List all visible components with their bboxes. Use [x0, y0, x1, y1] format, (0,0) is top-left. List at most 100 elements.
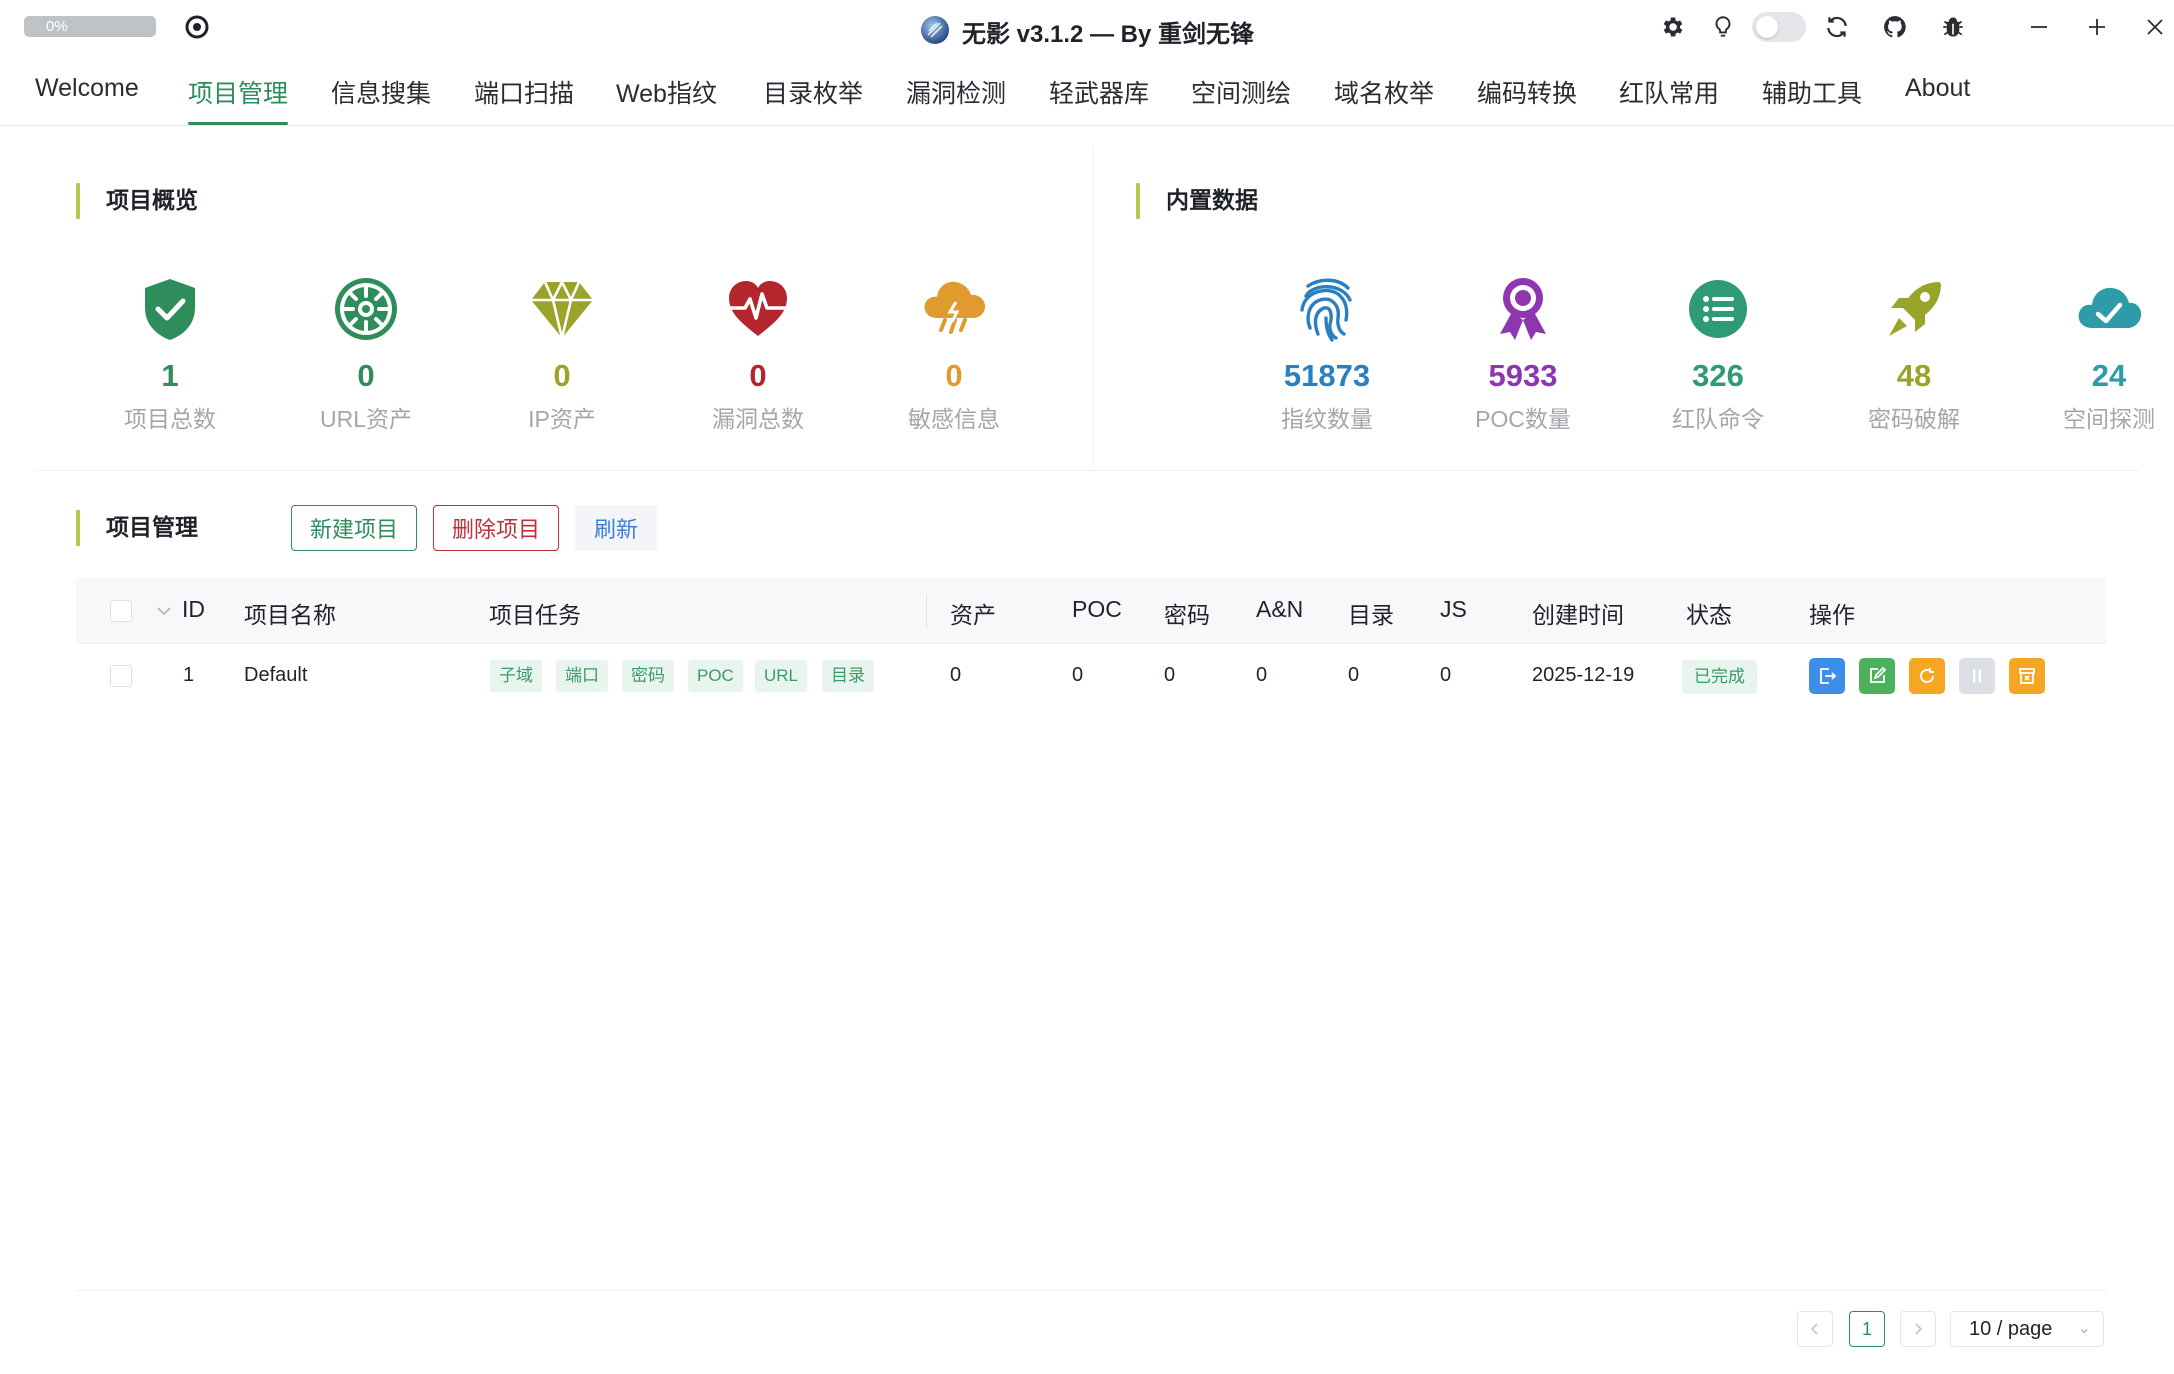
- tab-domain-enum[interactable]: 域名枚举: [1334, 74, 1434, 114]
- stat-label: 红队命令: [1672, 406, 1764, 432]
- stat-value: 48: [1896, 358, 1932, 393]
- settings-gear-icon[interactable]: [1657, 12, 1687, 42]
- github-icon[interactable]: [1880, 12, 1910, 42]
- refresh-button[interactable]: 刷新: [575, 505, 657, 551]
- cell-directory: 0: [1348, 664, 1360, 686]
- stat-label: 漏洞总数: [712, 406, 804, 432]
- tab-encode-convert[interactable]: 编码转换: [1477, 74, 1577, 114]
- stat-label: POC数量: [1475, 406, 1571, 432]
- delete-row-button[interactable]: [2009, 658, 2045, 694]
- award-ribbon-icon: [1500, 278, 1546, 340]
- bug-icon[interactable]: [1938, 12, 1968, 42]
- stat-label: 项目总数: [124, 406, 216, 432]
- tab-info-gathering[interactable]: 信息搜集: [331, 74, 431, 114]
- tab-aux-tools[interactable]: 辅助工具: [1762, 74, 1862, 114]
- cell-id: 1: [183, 664, 195, 686]
- toggle-knob: [1756, 16, 1778, 38]
- edit-icon: [1870, 666, 1887, 683]
- archive-delete-icon: [2019, 668, 2035, 684]
- tab-vuln-detect[interactable]: 漏洞检测: [906, 74, 1006, 114]
- stat-label: 空间探测: [2063, 406, 2155, 432]
- prev-page-button[interactable]: [1797, 1311, 1833, 1347]
- stat-value: 24: [2091, 358, 2127, 393]
- col-created-time: 创建时间: [1532, 602, 1624, 628]
- tab-port-scan[interactable]: 端口扫描: [474, 74, 574, 114]
- select-all-checkbox[interactable]: [110, 600, 132, 622]
- stat-value: 0: [553, 358, 571, 393]
- stat-label: IP资产: [528, 406, 596, 432]
- table-footer-divider: [76, 1290, 2106, 1291]
- tab-redteam-common[interactable]: 红队常用: [1619, 74, 1719, 114]
- col-poc: POC: [1072, 596, 1122, 622]
- tab-welcome[interactable]: Welcome: [35, 74, 139, 114]
- cell-project-name: Default: [244, 664, 308, 686]
- col-password: 密码: [1164, 602, 1210, 628]
- col-assets: 资产: [950, 602, 996, 628]
- cell-an: 0: [1256, 664, 1268, 686]
- stat-url-assets: 0 URL资产: [268, 274, 464, 434]
- tab-light-arsenal[interactable]: 轻武器库: [1049, 74, 1149, 114]
- table-header: ID 项目名称 项目任务 资产 POC 密码 A&N 目录 JS 创建时间 状态…: [76, 578, 2106, 644]
- page-size-select[interactable]: 10 / page ⌄: [1950, 1311, 2104, 1347]
- chevron-left-icon: [1810, 1323, 1818, 1335]
- stat-value: 5933: [1488, 358, 1558, 393]
- col-id[interactable]: ID: [182, 596, 205, 623]
- project-management-title: 项目管理: [76, 508, 198, 546]
- maximize-icon[interactable]: [2082, 12, 2112, 42]
- col-project-name: 项目名称: [244, 602, 336, 628]
- task-tag-password: 密码: [622, 660, 674, 692]
- row-checkbox[interactable]: [110, 665, 132, 687]
- page-number-button[interactable]: 1: [1849, 1311, 1885, 1347]
- task-tag-url: URL: [755, 660, 808, 692]
- close-icon[interactable]: [2140, 12, 2170, 42]
- stat-value: 0: [357, 358, 375, 393]
- lightbulb-icon[interactable]: [1708, 12, 1738, 42]
- section-divider: [34, 470, 2140, 471]
- page-size-value: 10 / page: [1969, 1318, 2053, 1340]
- col-actions: 操作: [1809, 602, 1855, 628]
- window-title-text: 无影 v3.1.2 — By 重剑无锋: [961, 21, 1255, 48]
- table-row: 1 Default 子域 端口 密码 POC URL 目录 0 0 0 0 0 …: [76, 644, 2106, 710]
- tab-dir-enum[interactable]: 目录枚举: [763, 74, 863, 114]
- new-project-button[interactable]: 新建项目: [291, 505, 417, 551]
- rocket-icon: [1889, 282, 1941, 336]
- task-tag-port: 端口: [556, 660, 608, 692]
- cell-assets: 0: [950, 664, 962, 686]
- rerun-icon: [1920, 668, 1934, 683]
- stat-poc-count: 5933 POC数量: [1425, 274, 1621, 434]
- tab-web-fingerprint[interactable]: Web指纹: [616, 74, 717, 114]
- sort-chevron-icon[interactable]: [156, 605, 172, 617]
- stat-password-crack: 48 密码破解: [1816, 274, 2012, 434]
- minimize-icon[interactable]: [2024, 12, 2054, 42]
- chevron-right-icon: [1915, 1323, 1923, 1335]
- theme-toggle[interactable]: [1752, 12, 1806, 42]
- cell-created-time: 2025-12-19: [1532, 664, 1635, 686]
- cell-poc: 0: [1072, 664, 1084, 686]
- delete-project-button[interactable]: 删除项目: [433, 505, 559, 551]
- diamond-icon: [531, 279, 593, 339]
- export-icon: [1820, 668, 1837, 684]
- stat-label: 密码破解: [1868, 406, 1960, 432]
- stat-label: URL资产: [319, 406, 412, 432]
- chevron-down-icon: ⌄: [2077, 1320, 2091, 1337]
- app-logo-icon: [920, 15, 949, 44]
- overview-title: 项目概览: [76, 181, 198, 219]
- cloud-check-icon: [2078, 287, 2142, 328]
- tab-space-mapping[interactable]: 空间测绘: [1191, 74, 1291, 114]
- sync-icon[interactable]: [1822, 12, 1852, 42]
- rerun-project-button[interactable]: [1909, 658, 1945, 694]
- task-tag-poc: POC: [688, 660, 743, 692]
- stat-value: 326: [1692, 358, 1744, 393]
- builtin-title: 内置数据: [1136, 181, 1258, 219]
- edit-project-button[interactable]: [1859, 658, 1895, 694]
- column-separator: [926, 594, 927, 628]
- project-overview-panel: 项目概览 1 项目总数 0 URL资产 0 IP资产 0 漏洞总数 0 敏感信息: [34, 146, 1094, 466]
- next-page-button[interactable]: [1900, 1311, 1936, 1347]
- pause-project-button[interactable]: [1959, 658, 1995, 694]
- main-tabs: Welcome 项目管理 信息搜集 端口扫描 Web指纹 目录枚举 漏洞检测 轻…: [0, 62, 2174, 126]
- stat-ip-assets: 0 IP资产: [464, 274, 660, 434]
- task-tag-subdomain: 子域: [490, 660, 542, 692]
- tab-about[interactable]: About: [1905, 74, 1970, 114]
- tab-project-management[interactable]: 项目管理: [188, 74, 289, 125]
- open-project-button[interactable]: [1809, 658, 1845, 694]
